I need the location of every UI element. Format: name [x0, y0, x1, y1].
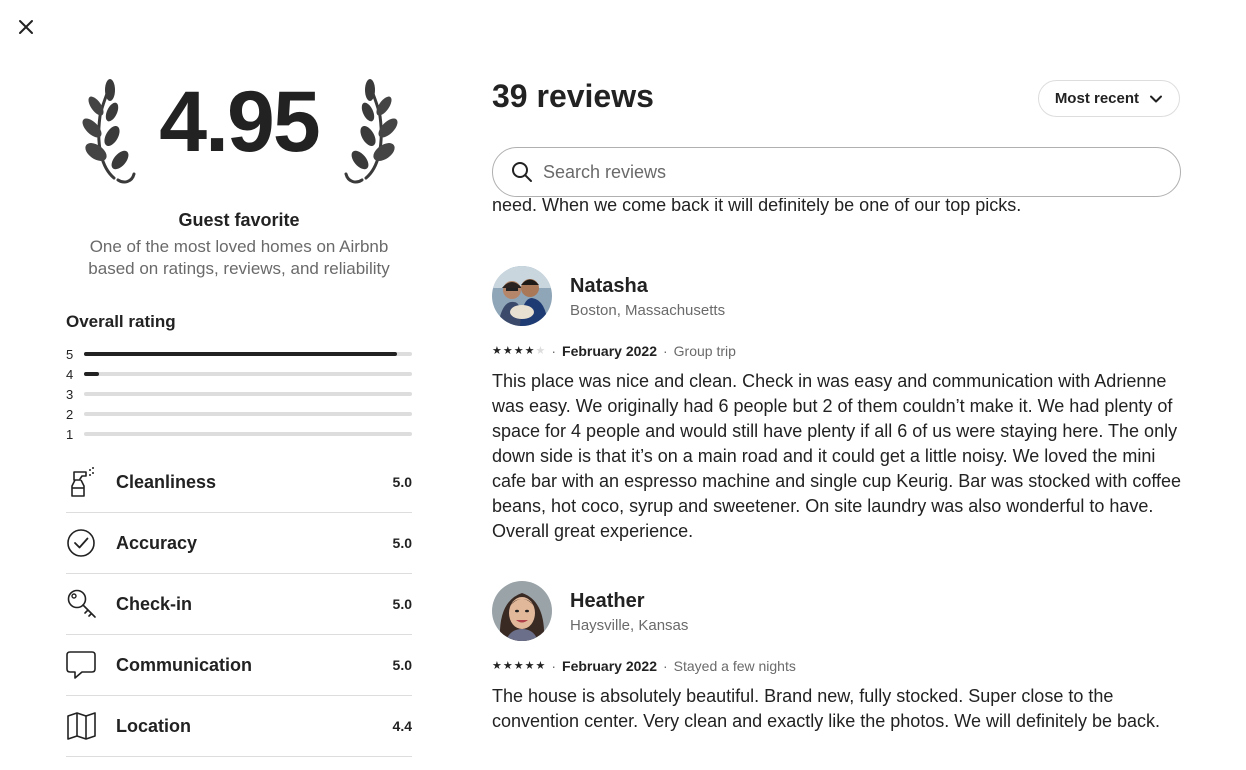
category-label: Communication	[116, 654, 253, 675]
map-icon	[67, 712, 96, 740]
distribution-track	[84, 352, 412, 356]
review-list[interactable]: need. When we come back it will definite…	[492, 198, 1182, 770]
distribution-star-label: 3	[66, 386, 74, 402]
meta-separator: ·	[663, 658, 668, 674]
distribution-star-label: 5	[66, 346, 74, 362]
distribution-track	[84, 372, 412, 376]
star-icon: ★	[502, 659, 513, 672]
category-score: 5.0	[392, 535, 412, 551]
star-icon: ★	[524, 344, 535, 357]
avatar-photo	[492, 266, 552, 326]
distribution-track	[84, 392, 412, 396]
avatar[interactable]	[492, 266, 552, 326]
star-icon: ★	[513, 659, 524, 672]
category-row-communication: Communication 5.0	[66, 635, 412, 696]
review-item: Natasha Boston, Massachusetts ★ ★ ★ ★ ★ …	[492, 266, 1182, 544]
avatar[interactable]	[492, 581, 552, 641]
meta-separator: ·	[551, 658, 557, 674]
star-icon: ★	[502, 344, 513, 357]
star-icon: ★	[524, 659, 535, 672]
overall-rating-title: Overall rating	[66, 312, 176, 331]
close-button[interactable]	[12, 13, 40, 41]
reviewer-name: Natasha	[570, 274, 648, 297]
search-reviews-field[interactable]	[492, 147, 1181, 197]
category-score: 5.0	[392, 657, 412, 673]
category-row-check-in: Check-in 5.0	[66, 574, 412, 635]
search-input[interactable]	[543, 161, 1143, 183]
guest-favorite-title: Guest favorite	[178, 210, 300, 230]
distribution-fill	[84, 352, 398, 356]
review-text: The house is absolutely beautiful. Brand…	[492, 686, 1161, 731]
rating-hero: 4.95	[66, 70, 412, 200]
close-icon	[19, 20, 33, 34]
rating-distribution: 5 4 3 2 1	[66, 344, 412, 444]
category-score: 5.0	[392, 596, 412, 612]
category-score: 5.0	[392, 474, 412, 490]
reviewer-location: Boston, Massachusetts	[570, 301, 726, 319]
star-icon: ★	[492, 344, 502, 357]
distribution-fill	[84, 372, 99, 376]
avatar-photo	[492, 581, 552, 641]
distribution-row: 4	[66, 364, 412, 384]
search-icon	[512, 162, 532, 182]
reviewer-location: Haysville, Kansas	[570, 616, 689, 634]
chevron-down-icon	[1150, 95, 1162, 102]
key-icon	[67, 589, 96, 618]
category-label: Check-in	[116, 593, 193, 614]
distribution-track	[84, 412, 412, 416]
star-icon: ★	[535, 344, 546, 357]
star-icon: ★	[513, 344, 524, 357]
star-rating: ★ ★ ★ ★ ★	[492, 659, 546, 672]
category-label: Accuracy	[116, 532, 198, 553]
spray-bottle-icon	[71, 467, 94, 497]
laurel-right-icon	[344, 79, 398, 184]
star-icon: ★	[535, 659, 546, 672]
check-circle-icon	[67, 529, 95, 557]
distribution-star-label: 2	[66, 406, 74, 422]
distribution-row: 5	[66, 344, 412, 364]
category-score: 4.4	[392, 718, 412, 734]
star-icon: ★	[492, 659, 502, 672]
distribution-star-label: 1	[66, 426, 74, 442]
distribution-track	[84, 432, 412, 436]
reviews-panel: 39 reviews Most recent need. When we com…	[492, 0, 1182, 770]
reviewer-name: Heather	[570, 589, 645, 612]
review-text: This place was nice and clean. Check in …	[492, 371, 1182, 541]
trip-type: Group trip	[673, 343, 736, 359]
category-label: Cleanliness	[116, 471, 217, 492]
rating-summary: 4.95 Guest favorite One of the most love…	[66, 0, 412, 770]
star-rating: ★ ★ ★ ★ ★	[492, 344, 546, 357]
message-icon	[66, 651, 96, 679]
meta-separator: ·	[663, 343, 668, 359]
category-row-cleanliness: Cleanliness 5.0	[66, 452, 412, 513]
reviews-count-heading: 39 reviews	[492, 78, 654, 114]
category-row-accuracy: Accuracy 5.0	[66, 513, 412, 574]
guest-favorite-description: One of the most loved homes on Airbnb ba…	[88, 237, 390, 278]
review-item: Heather Haysville, Kansas ★ ★ ★ ★ ★ · Fe…	[492, 581, 1182, 734]
category-ratings: Cleanliness 5.0 Accuracy 5.0 Check-in 5.…	[66, 452, 412, 757]
distribution-row: 1	[66, 424, 412, 444]
sort-dropdown[interactable]: Most recent	[1037, 80, 1180, 117]
distribution-star-label: 4	[66, 366, 74, 382]
meta-separator: ·	[551, 343, 557, 359]
review-date: February 2022	[562, 343, 657, 359]
distribution-row: 3	[66, 384, 412, 404]
previous-review-text: need. When we come back it will definite…	[492, 198, 1022, 215]
trip-type: Stayed a few nights	[673, 658, 796, 674]
sort-dropdown-label: Most recent	[1054, 90, 1139, 107]
category-label: Location	[116, 715, 191, 736]
review-date: February 2022	[562, 658, 657, 674]
category-row-location: Location 4.4	[66, 696, 412, 757]
distribution-row: 2	[66, 404, 412, 424]
